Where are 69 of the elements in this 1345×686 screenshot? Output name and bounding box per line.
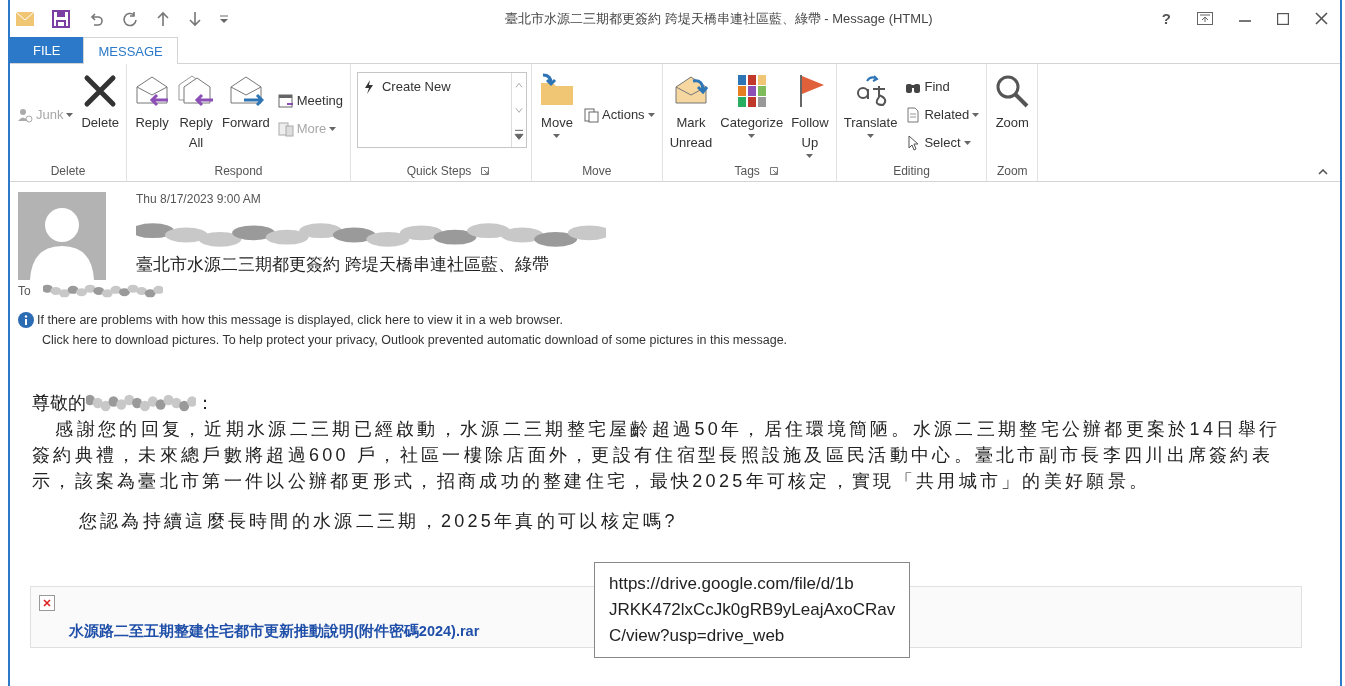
info-message[interactable]: Click here to download pictures. To help protect your privacy, Outlook prevented automatic download of some pictures in this message. — [18, 330, 1332, 350]
close-icon[interactable] — [1315, 12, 1328, 25]
broken-image-icon — [39, 595, 55, 611]
calendar-icon — [277, 92, 294, 109]
ribbon-button[interactable]: Related — [902, 105, 983, 124]
up-arrow-icon[interactable] — [156, 10, 170, 27]
ribbon-tab[interactable]: MESSAGE — [83, 37, 178, 64]
date-text: Thu 8/17/2023 9:00 AM — [136, 192, 262, 206]
more-icon — [277, 120, 294, 137]
info-icon — [18, 312, 34, 328]
caret-icon — [867, 134, 875, 138]
caret-icon — [972, 112, 980, 117]
attachment-link[interactable]: 水源路二至五期整建住宅都市更新推動說明(附件密碼2024).rar — [69, 622, 480, 641]
greeting-text: 尊敬的 — [32, 392, 86, 415]
undo-icon[interactable] — [88, 10, 104, 27]
group-label: Zoom — [996, 163, 1028, 180]
ribbon-button[interactable]: Select — [902, 133, 983, 152]
ribbon-button[interactable]: Delete — [78, 68, 123, 161]
customize-icon[interactable] — [220, 14, 228, 23]
ribbon-button[interactable]: Translate — [840, 68, 901, 161]
ribbon-button[interactable]: Categorize — [717, 68, 787, 161]
ribbon-button[interactable]: Zoom — [991, 68, 1034, 161]
maximize-icon[interactable] — [1277, 12, 1289, 25]
caret-icon — [66, 112, 74, 117]
redo-icon[interactable] — [122, 10, 138, 27]
search-icon — [994, 73, 1031, 109]
ribbon-button[interactable]: Forward — [219, 68, 273, 161]
window-title: 臺北市水源二三期都更簽約 跨堤天橋串連社區藍、綠帶 - Message (HTML) — [504, 9, 934, 28]
info-message[interactable]: If there are problems with how this message is displayed, click here to view it in a web browser. — [37, 310, 563, 330]
ribbon-button[interactable]: Meeting — [274, 91, 346, 110]
caret-icon — [329, 126, 337, 131]
help-button[interactable]: ? — [1161, 10, 1171, 27]
group-label: Tags — [734, 163, 760, 180]
ribbon-button[interactable]: Follow Up — [788, 68, 832, 161]
subject-text: 臺北市水源二三期都更簽約 跨堤天橋串連社區藍、綠帶 — [136, 254, 550, 275]
group-label: Move — [582, 163, 612, 180]
person-icon — [17, 106, 33, 123]
dialog-launcher-icon[interactable] — [481, 167, 490, 175]
save-icon[interactable] — [52, 9, 70, 28]
ribbon-button[interactable]: Reply — [131, 68, 174, 161]
ribbon-button[interactable]: Move — [536, 68, 578, 161]
document-icon — [583, 106, 599, 123]
lightning-icon — [364, 79, 374, 94]
document-icon — [905, 106, 922, 123]
caret-icon — [806, 154, 814, 158]
dialog-launcher-icon[interactable] — [769, 167, 778, 175]
body-question: 您認為持續這麼長時間的水源二三期，2025年真的可以核定嗎? — [77, 510, 678, 533]
group-label: Editing — [893, 163, 930, 180]
body-paragraph: 感謝您的回复，近期水源二三期已經啟動，水源二三期整宅屋齡超過50年，居住環境簡陋。水源二三期整宅公辦都更案於14日舉行簽約典禮，未來總戶數將超過600 戶，社區一樓除店面外，更設有住宿型長照設施及區民活動中心。臺北市副市長李四川出席簽約表示，該案為臺北市第一件以公辦都更形式，招商成功的整建住宅，最快2025年可核定，實現「共用城市」的美好願景。 — [32, 418, 1282, 493]
caret-icon — [647, 112, 655, 117]
ribbon-button[interactable]: Actions — [580, 105, 658, 124]
down-arrow-icon[interactable] — [188, 10, 202, 27]
greeting-text: ： — [196, 392, 214, 415]
link-tooltip: https://drive.google.com/file/d/1b JRKK472lxCcJk0gRB9yLeajAxoCRav C/view?usp=drive_web — [594, 562, 911, 658]
quick-step-item[interactable]: Create New — [362, 77, 507, 96]
caret-icon — [748, 134, 756, 138]
group-label: Respond — [214, 163, 263, 180]
group-label: Quick Steps — [406, 163, 472, 180]
caret-icon — [963, 140, 971, 145]
ribbon-tab[interactable]: FILE — [10, 37, 84, 63]
ribbon-button[interactable]: Mark Unread — [666, 68, 716, 161]
collapse-ribbon-icon[interactable] — [1318, 169, 1328, 175]
ribbon-button[interactable]: Reply All — [175, 68, 218, 161]
caret-icon — [553, 134, 561, 138]
ribbon-button[interactable]: Find — [902, 77, 983, 96]
reply-all-icon — [178, 73, 215, 109]
group-label: Delete — [50, 163, 86, 180]
ribbon-display-icon[interactable] — [1197, 12, 1213, 25]
to-label: To — [18, 284, 31, 298]
